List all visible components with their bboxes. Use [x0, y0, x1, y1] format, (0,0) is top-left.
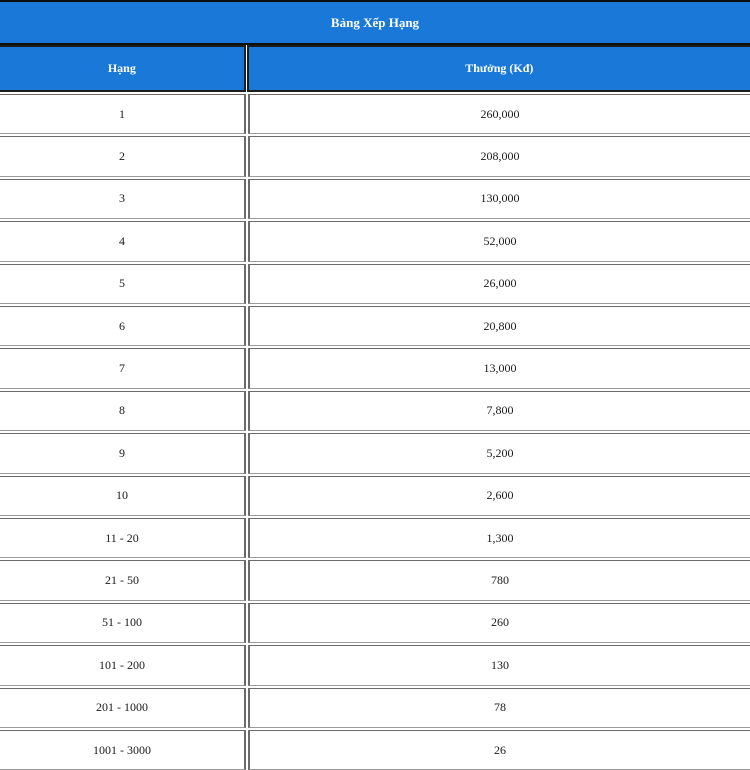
rank-cell: 3 [0, 178, 246, 220]
rank-cell: 11 - 20 [0, 518, 246, 559]
prize-cell: 5,200 [248, 433, 750, 474]
prize-cell: 13,000 [248, 348, 750, 389]
table-header-row: Hạng Thưởng (Kđ) [0, 45, 750, 92]
rank-cell: 10 [0, 475, 246, 516]
prize-cell: 52,000 [248, 221, 750, 262]
prize-cell: 20,800 [248, 306, 750, 347]
header-rank: Hạng [0, 45, 246, 92]
table-row: 7 13,000 [0, 346, 750, 389]
rank-cell: 21 - 50 [0, 560, 246, 601]
prize-cell: 2,600 [248, 475, 750, 516]
table-row: 4 52,000 [0, 219, 750, 262]
rank-cell: 5 [0, 263, 246, 304]
prize-cell: 260 [248, 602, 750, 644]
rank-cell: 51 - 100 [0, 602, 246, 644]
table-row: 201 - 1000 78 [0, 686, 750, 728]
rank-cell: 2 [0, 136, 246, 177]
rank-cell: 6 [0, 306, 246, 347]
prize-cell: 78 [248, 687, 750, 728]
prize-cell: 130 [248, 645, 750, 686]
table-title: Bảng Xếp Hạng [0, 0, 750, 45]
table-row: 1 260,000 [0, 92, 750, 135]
prize-cell: 260,000 [248, 94, 750, 135]
prize-cell: 26,000 [248, 263, 750, 304]
prize-cell: 780 [248, 560, 750, 601]
table-row: 2 208,000 [0, 134, 750, 177]
rank-cell: 8 [0, 390, 246, 432]
prize-cell: 130,000 [248, 178, 750, 220]
rank-cell: 7 [0, 348, 246, 389]
table-row: 21 - 50 780 [0, 558, 750, 601]
rank-cell: 101 - 200 [0, 645, 246, 686]
rank-cell: 201 - 1000 [0, 687, 246, 728]
prize-cell: 26 [248, 730, 750, 770]
table-row: 5 26,000 [0, 262, 750, 304]
header-prize: Thưởng (Kđ) [246, 45, 750, 92]
prize-cell: 7,800 [248, 390, 750, 432]
rank-cell: 9 [0, 433, 246, 474]
table-row: 51 - 100 260 [0, 601, 750, 644]
table-row: 10 2,600 [0, 474, 750, 516]
table-row: 9 5,200 [0, 431, 750, 474]
table-row: 11 - 20 1,300 [0, 516, 750, 559]
prize-cell: 208,000 [248, 136, 750, 177]
prize-cell: 1,300 [248, 518, 750, 559]
table-row: 8 7,800 [0, 389, 750, 432]
table-row: 1001 - 3000 26 [0, 728, 750, 770]
table-row: 6 20,800 [0, 304, 750, 347]
table-title-text: Bảng Xếp Hạng [330, 14, 420, 30]
table-row: 3 130,000 [0, 177, 750, 220]
rank-cell: 1 [0, 94, 246, 135]
rank-cell: 4 [0, 221, 246, 262]
table-row: 101 - 200 130 [0, 643, 750, 686]
rank-cell: 1001 - 3000 [0, 730, 246, 770]
